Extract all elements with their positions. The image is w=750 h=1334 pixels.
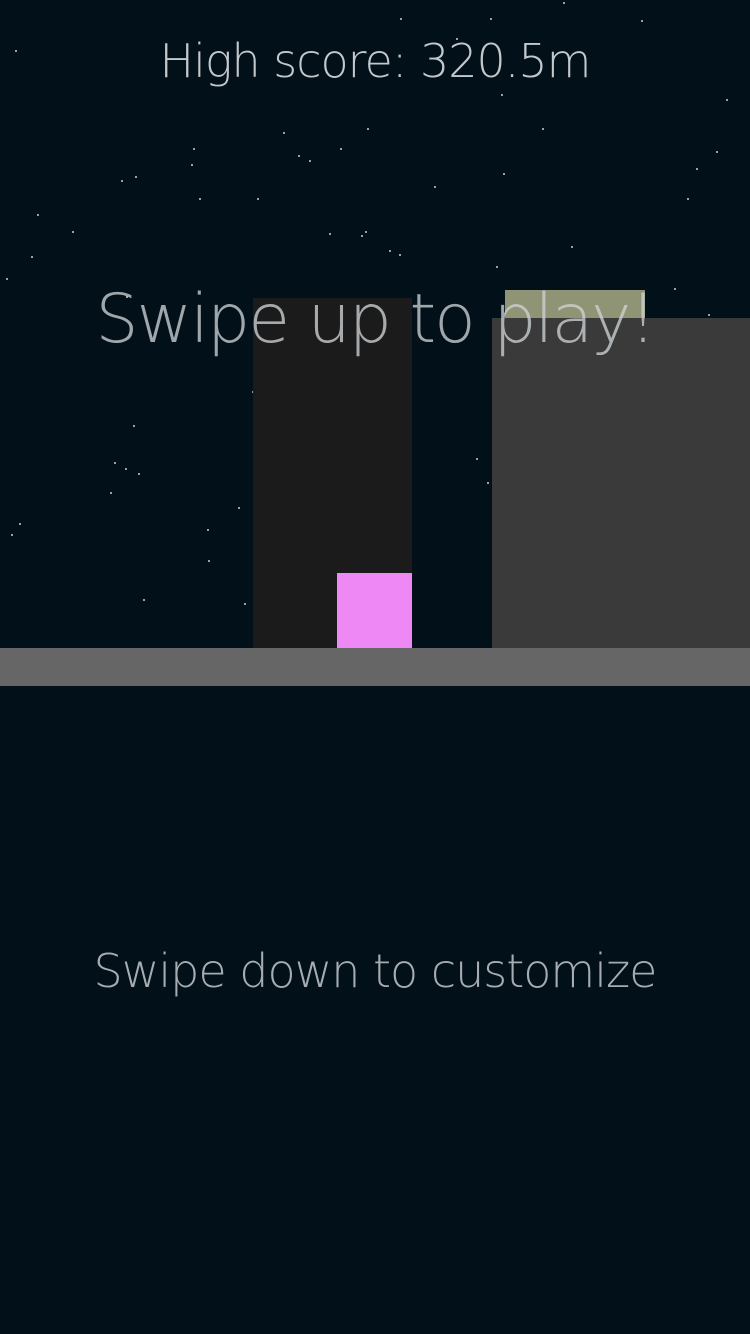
star (365, 231, 367, 233)
star (238, 507, 240, 509)
star (257, 198, 259, 200)
star (476, 458, 478, 460)
star (361, 235, 363, 237)
star (121, 180, 123, 182)
star (400, 18, 402, 20)
gray-tower-obstacle (492, 318, 750, 648)
star (399, 254, 401, 256)
star (133, 425, 135, 427)
star (542, 128, 544, 130)
star (490, 18, 492, 20)
star (143, 599, 145, 601)
star (125, 468, 127, 470)
star (114, 462, 116, 464)
star (329, 233, 331, 235)
swipe-up-prompt: Swipe up to play! (95, 280, 656, 359)
star (487, 482, 489, 484)
star (19, 523, 21, 525)
star (503, 173, 505, 175)
ground-platform (0, 648, 750, 686)
star (31, 256, 33, 258)
star (434, 186, 436, 188)
star (298, 155, 300, 157)
star (726, 99, 728, 101)
star (244, 603, 246, 605)
star (641, 20, 643, 22)
high-score-label: High score: 320.5m (159, 34, 592, 88)
star (193, 148, 195, 150)
player-square (337, 573, 412, 648)
star (563, 2, 565, 4)
star (496, 266, 498, 268)
star (340, 148, 342, 150)
star (199, 198, 201, 200)
swipe-down-prompt: Swipe down to customize (93, 944, 658, 998)
star (207, 529, 209, 531)
star (138, 473, 140, 475)
star (37, 214, 39, 216)
star (501, 94, 503, 96)
star (367, 128, 369, 130)
star (283, 132, 285, 134)
star (208, 560, 210, 562)
star (687, 198, 689, 200)
star (309, 160, 311, 162)
game-stage[interactable]: High score: 320.5m Swipe up to play! Swi… (0, 0, 750, 1334)
star (389, 250, 391, 252)
star (110, 492, 112, 494)
star (191, 164, 193, 166)
star (716, 151, 718, 153)
star (72, 231, 74, 233)
star (571, 246, 573, 248)
star (696, 168, 698, 170)
star (11, 534, 13, 536)
star (135, 176, 137, 178)
